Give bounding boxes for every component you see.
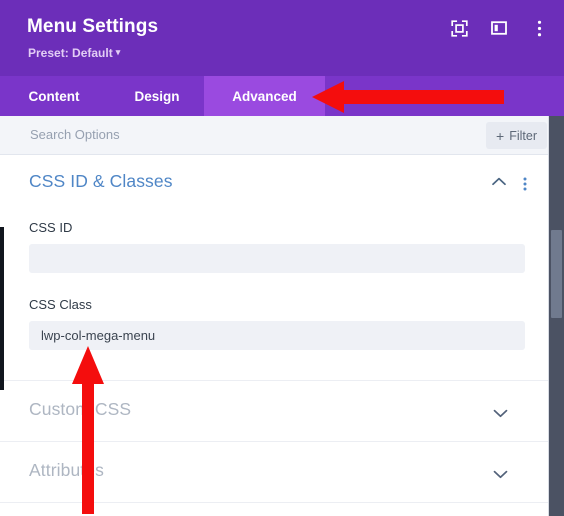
filter-button[interactable]: + Filter: [486, 122, 547, 149]
left-window-edge: [0, 227, 4, 390]
tab-advanced[interactable]: Advanced: [204, 76, 325, 116]
search-input[interactable]: [30, 127, 330, 142]
section-title-css-id-classes: CSS ID & Classes: [29, 171, 173, 191]
menu-settings-panel: Menu Settings Preset: Default ▾ Content …: [0, 0, 564, 516]
more-options-icon[interactable]: [528, 17, 550, 39]
vertical-dots-icon[interactable]: [523, 177, 527, 191]
css-class-label: CSS Class: [29, 297, 92, 312]
page-title: Menu Settings: [27, 16, 159, 37]
preset-label: Preset: Default: [28, 46, 113, 60]
scrollbar-thumb[interactable]: [551, 230, 562, 318]
search-bar: + Filter: [0, 116, 564, 155]
plus-icon: +: [496, 127, 505, 144]
header-icon-group: [448, 17, 550, 39]
filter-button-label: Filter: [509, 128, 537, 143]
section-title-attributes: Attributes: [29, 460, 104, 480]
css-class-input[interactable]: [29, 321, 525, 350]
vertical-scrollbar[interactable]: [549, 116, 564, 516]
chevron-down-icon[interactable]: [493, 466, 508, 484]
panel-header: Menu Settings Preset: Default ▾: [0, 0, 564, 76]
tab-content[interactable]: Content: [4, 76, 104, 116]
preset-selector[interactable]: Preset: Default ▾: [28, 46, 120, 60]
tab-design[interactable]: Design: [110, 76, 204, 116]
panel-layout-icon[interactable]: [488, 17, 510, 39]
css-id-label: CSS ID: [29, 220, 73, 235]
settings-panel-body: CSS ID & Classes CSS ID CSS Class Custom…: [0, 155, 549, 516]
section-divider: [0, 502, 549, 503]
chevron-up-icon[interactable]: [492, 177, 506, 186]
chevron-down-icon: ▾: [115, 47, 121, 57]
focus-view-icon[interactable]: [448, 17, 470, 39]
chevron-down-icon[interactable]: [493, 405, 508, 423]
tab-bar: Content Design Advanced: [0, 76, 564, 116]
section-header-custom-css[interactable]: Custom CSS: [0, 380, 549, 441]
section-header-attributes[interactable]: Attributes: [0, 441, 549, 502]
section-title-custom-css: Custom CSS: [29, 399, 132, 419]
css-id-input[interactable]: [29, 244, 525, 273]
